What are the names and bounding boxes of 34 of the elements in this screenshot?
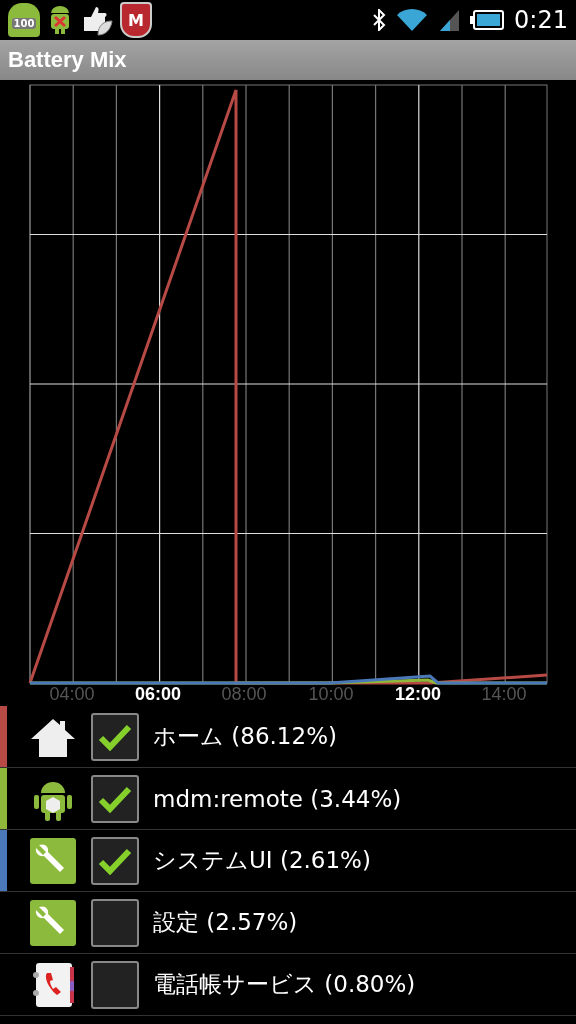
x-axis-label: 04:00	[49, 684, 95, 704]
app-list-item[interactable]: 設定 (2.57%)	[0, 892, 576, 954]
app-usage-label: 設定 (2.57%)	[153, 908, 298, 937]
app-list-item[interactable]: ホーム (86.12%)	[0, 706, 576, 768]
checkbox[interactable]	[91, 898, 139, 947]
checkmark-icon	[98, 722, 132, 751]
x-axis-label: 08:00	[221, 684, 267, 704]
app-usage-label: 電話帳サービス (0.80%)	[153, 970, 416, 999]
android-badge-icon: 100	[8, 3, 40, 37]
x-axis-label: 12:00	[395, 684, 441, 704]
checkbox[interactable]	[91, 836, 139, 885]
battery-icon	[470, 10, 505, 30]
app-list-item[interactable]: システムUI (2.61%)	[0, 830, 576, 892]
checkbox[interactable]	[91, 774, 139, 823]
clock: 0:21	[514, 6, 568, 34]
x-axis-label: 10:00	[308, 684, 354, 704]
checkmark-icon	[98, 846, 132, 875]
app-usage-label: ホーム (86.12%)	[153, 722, 337, 751]
bluetooth-icon	[372, 9, 387, 31]
checkmark-icon	[98, 784, 132, 813]
x-axis-label: 06:00	[135, 684, 181, 704]
app-usage-label: システムUI (2.61%)	[153, 846, 371, 875]
checkbox[interactable]	[91, 960, 139, 1009]
app-title: Battery Mix	[8, 47, 127, 73]
shield-logo: M	[120, 2, 152, 38]
app-list-item[interactable]: 電話帳サービス (0.80%)	[0, 954, 576, 1016]
x-axis-label: 14:00	[481, 684, 527, 704]
wrench-icon	[29, 836, 77, 885]
checkbox[interactable]	[91, 712, 139, 761]
app-list-item[interactable]: mdm:remote (3.44%)	[0, 768, 576, 830]
wrench-icon	[29, 898, 77, 947]
app-usage-label: mdm:remote (3.44%)	[153, 785, 402, 812]
signal-icon	[438, 8, 461, 32]
wifi-icon	[396, 8, 429, 32]
